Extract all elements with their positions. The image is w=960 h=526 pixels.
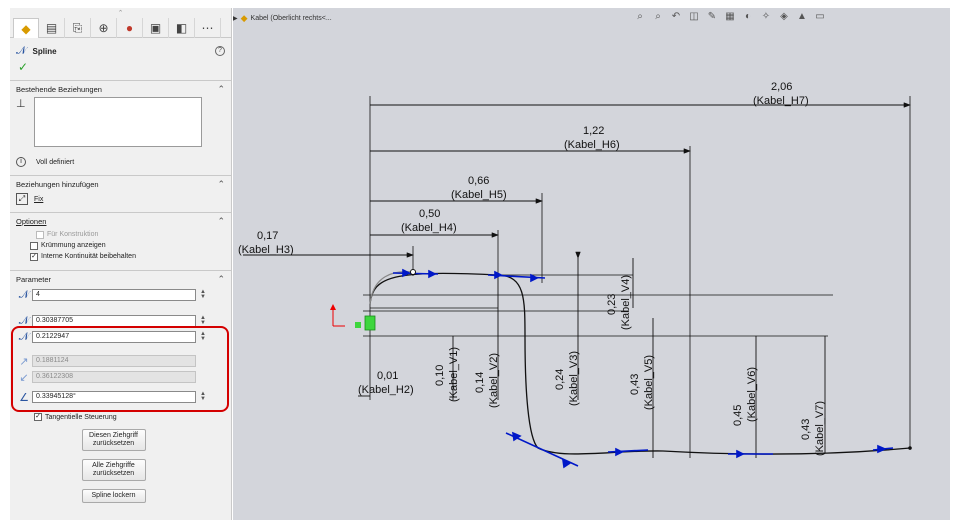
pm-header: 𝒩 Spline ?: [10, 42, 231, 60]
handle-arrow-icon[interactable]: [494, 270, 503, 280]
feature-tree-tab[interactable]: ▤: [39, 18, 65, 38]
point-number-icon: 𝒩: [18, 288, 30, 301]
dim-v6-value[interactable]: 0,45: [732, 405, 744, 426]
checkbox-checked[interactable]: ✓: [34, 413, 42, 421]
spin-arrows-icon[interactable]: ▲ ▼: [199, 315, 207, 326]
dim-v5-value[interactable]: 0,43: [629, 374, 641, 395]
section-title: Parameter: [16, 274, 52, 284]
more-tabs-icon[interactable]: ⋯: [195, 18, 221, 38]
dim-h3-value[interactable]: 0,17: [257, 230, 278, 242]
dim-h5-value[interactable]: 0,66: [468, 175, 489, 187]
tangent-control-label: Tangentielle Steuerung: [45, 413, 117, 421]
dim-v7-name[interactable]: (Kabel_V7): [814, 401, 826, 456]
relations-list[interactable]: [34, 97, 202, 147]
section-title: Beziehungen hinzufügen: [16, 179, 99, 189]
dim-v3-name[interactable]: (Kabel_V3): [568, 351, 580, 406]
property-manager-tab[interactable]: ◆: [13, 18, 39, 38]
dim-v2-value[interactable]: 0,14: [474, 372, 486, 393]
dim-h7-name[interactable]: (Kabel_H7): [753, 95, 809, 107]
dim-v7-value[interactable]: 0,43: [800, 419, 812, 440]
highlight-box: [11, 326, 229, 412]
option-label: Für Konstruktion: [47, 231, 99, 238]
dim-h4-name[interactable]: (Kabel_H4): [401, 222, 457, 234]
section-title: Optionen: [16, 216, 47, 226]
spline-icon: 𝒩: [16, 44, 27, 57]
pm-title: Spline: [32, 46, 57, 56]
collapse-chevron-icon[interactable]: ⌃: [217, 216, 225, 227]
option-internal-continuity[interactable]: ✓ Interne Kontinuität beibehalten: [10, 251, 231, 262]
ok-check-icon[interactable]: ✓: [10, 60, 231, 74]
sheet-tab[interactable]: ◧: [169, 18, 195, 38]
add-relations-section: Beziehungen hinzufügen ⌃ ⤢ Fix: [10, 175, 231, 206]
handle-arrow-icon[interactable]: [530, 273, 539, 283]
dim-v1-name[interactable]: (Kabel_V1): [448, 347, 460, 402]
dim-v4-value[interactable]: 0,23: [606, 294, 618, 315]
cam-tab[interactable]: ▣: [143, 18, 169, 38]
section-title: Bestehende Beziehungen: [16, 84, 102, 94]
option-show-curvature[interactable]: Krümmung anzeigen: [10, 240, 231, 251]
dim-v6-name[interactable]: (Kabel_V6): [746, 367, 758, 422]
reset-handle-button[interactable]: Diesen Ziehgriff zurücksetzen: [81, 429, 146, 451]
extension-lines: [363, 96, 911, 458]
help-icon[interactable]: ?: [215, 46, 225, 56]
option-construction[interactable]: Für Konstruktion: [10, 229, 231, 240]
dim-h5-name[interactable]: (Kabel_H5): [451, 189, 507, 201]
tangent-control-option[interactable]: ✓ Tangentielle Steuerung: [10, 411, 231, 423]
collapse-chevron-icon[interactable]: ⌃: [217, 274, 225, 285]
handle-arrow-icon[interactable]: [615, 447, 624, 457]
checkbox-checked[interactable]: ✓: [30, 252, 38, 261]
property-manager-panel: ⌃ ◆ ▤ ⎘ ⊕ ● ▣ ◧ ⋯ 𝒩 Spline ? ✓ Bestehend…: [10, 8, 232, 520]
dimxpert-tab[interactable]: ⊕: [91, 18, 117, 38]
dim-v4-name[interactable]: (Kabel_V4): [620, 275, 632, 330]
fixed-relation-icon[interactable]: [364, 315, 376, 331]
collapse-chevron-icon[interactable]: ⌃: [217, 84, 225, 95]
display-manager-tab[interactable]: ●: [117, 18, 143, 38]
handle-arrow-icon[interactable]: [736, 449, 745, 459]
handle-arrow-icon[interactable]: [428, 269, 437, 279]
fix-relation-icon[interactable]: ⤢: [16, 193, 28, 205]
dim-h4-value[interactable]: 0,50: [419, 208, 440, 220]
dim-v2-name[interactable]: (Kabel_V2): [488, 353, 500, 408]
existing-relations-section: Bestehende Beziehungen ⌃ ⊥ i Voll defini…: [10, 80, 231, 169]
origin-icon: [330, 304, 345, 327]
dim-v1-value[interactable]: 0,10: [434, 365, 446, 386]
spline-point[interactable]: [410, 269, 416, 275]
info-icon: i: [16, 157, 26, 167]
relation-glyph-icon: [355, 322, 361, 328]
fix-relation-label[interactable]: Fix: [34, 196, 43, 203]
collapse-chevron-icon[interactable]: ⌃: [217, 179, 225, 190]
point-number-field[interactable]: 4: [32, 289, 196, 301]
dim-h2-name[interactable]: (Kabel_H2): [358, 384, 414, 396]
options-section: Optionen ⌃ Für Konstruktion Krümmung anz…: [10, 212, 231, 262]
dim-v3-value[interactable]: 0,24: [554, 369, 566, 390]
checkbox[interactable]: [36, 230, 44, 239]
dim-h3-name[interactable]: (Kabel_H3): [238, 244, 294, 256]
spline-endpoint[interactable]: [908, 446, 912, 450]
config-manager-tab[interactable]: ⎘: [65, 18, 91, 38]
dim-h7-value[interactable]: 2,06: [771, 81, 792, 93]
dim-h2-value[interactable]: 0,01: [377, 370, 398, 382]
spin-arrows-icon[interactable]: ▲ ▼: [199, 289, 207, 300]
sketch-canvas[interactable]: 2,06 (Kabel_H7) 1,22 (Kabel_H6) 0,66 (Ka…: [233, 8, 950, 520]
relax-spline-button[interactable]: Spline lockern: [81, 489, 146, 503]
dim-h6-value[interactable]: 1,22: [583, 125, 604, 137]
panel-tabs: ◆ ▤ ⎘ ⊕ ● ▣ ◧ ⋯: [10, 18, 231, 38]
panel-grip[interactable]: ⌃: [10, 8, 231, 18]
dim-v5-name[interactable]: (Kabel_V5): [643, 355, 655, 410]
reset-all-handles-button[interactable]: Alle Ziehgriffe zurücksetzen: [81, 459, 146, 481]
relations-icon: ⊥: [16, 98, 26, 110]
option-label: Krümmung anzeigen: [41, 242, 106, 249]
option-label: Interne Kontinuität beibehalten: [41, 253, 136, 260]
dim-h6-name[interactable]: (Kabel_H6): [564, 139, 620, 151]
vertical-dimension-lines: [452, 251, 826, 458]
handle-arrow-icon[interactable]: [877, 444, 888, 454]
status-text: Voll definiert: [36, 158, 75, 166]
checkbox[interactable]: [30, 241, 38, 250]
graphics-area[interactable]: ▶ ◆ Kabel (Oberlicht rechts<... ⌕ ⌕ ↶ ◫ …: [233, 8, 950, 520]
